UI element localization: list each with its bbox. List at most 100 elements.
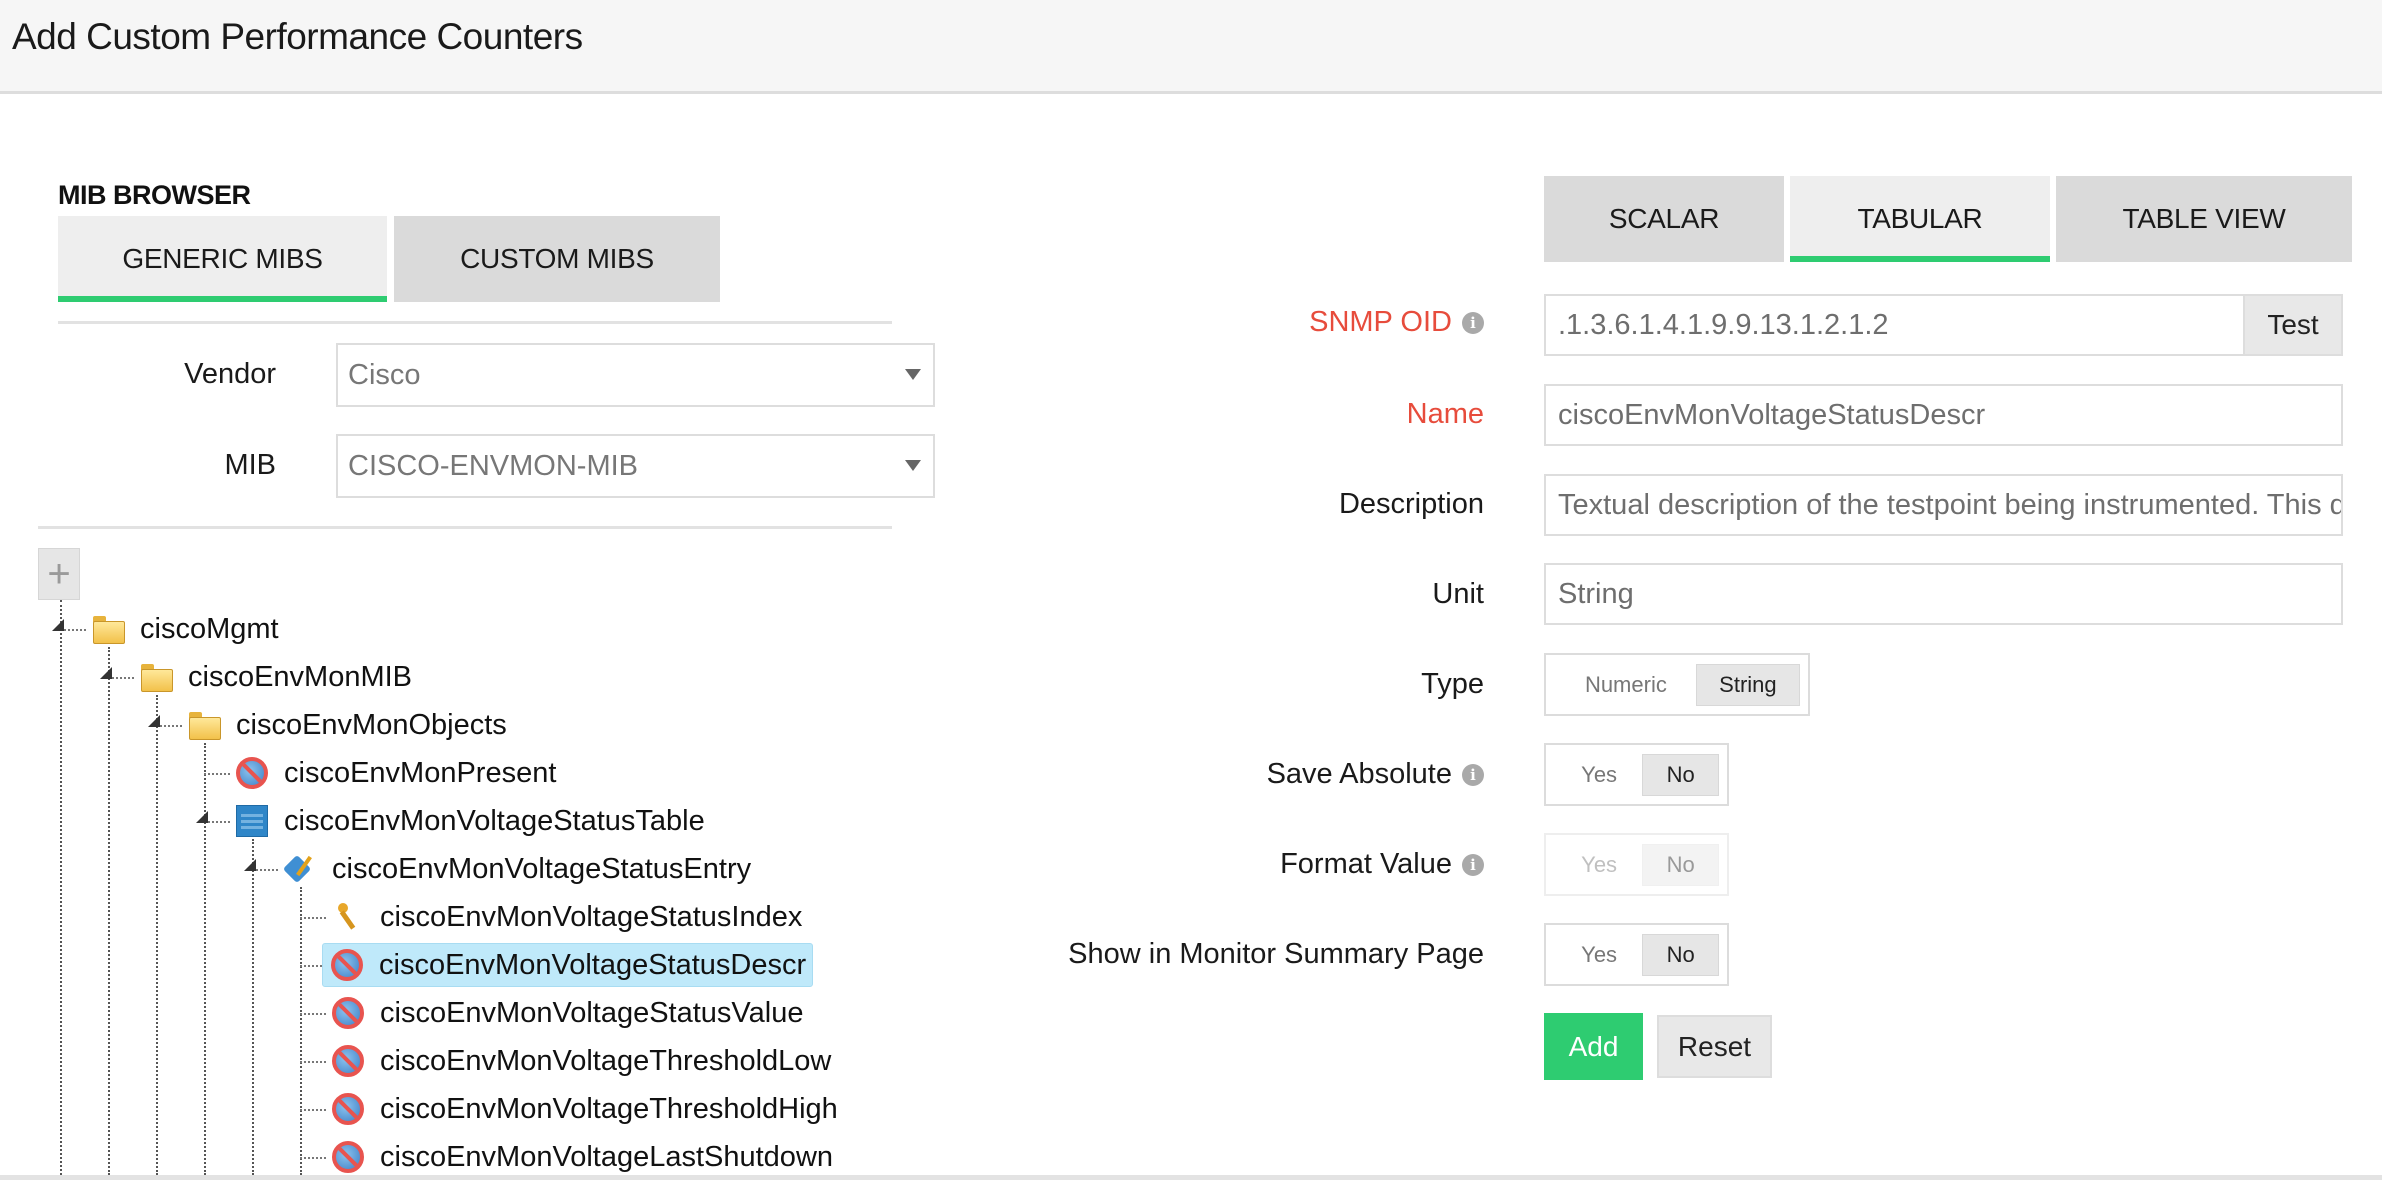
divider	[38, 526, 892, 529]
tree-node[interactable]: ciscoEnvMonMIB	[140, 655, 418, 699]
divider	[58, 321, 892, 324]
type-label: Type	[1421, 668, 1484, 701]
tab-custom-mibs[interactable]: CUSTOM MIBS	[394, 216, 720, 302]
description-input[interactable]: Textual description of the testpoint bei…	[1544, 474, 2343, 536]
tree-node-label: ciscoEnvMonVoltageStatusIndex	[380, 900, 803, 933]
tree-connector	[204, 773, 230, 775]
collapse-toggle-icon[interactable]	[52, 619, 64, 631]
tree-node[interactable]: ciscoEnvMonVoltageStatusEntry	[284, 847, 757, 891]
folder-icon	[140, 661, 173, 693]
no-access-icon	[332, 1093, 364, 1125]
mib-select[interactable]: CISCO-ENVMON-MIB	[336, 434, 935, 498]
tree-node-label: ciscoEnvMonVoltageStatusValue	[380, 996, 804, 1029]
tree-node[interactable]: ciscoMgmt	[92, 607, 285, 651]
format-value-toggle: Yes No	[1544, 833, 1729, 896]
snmp-oid-label-text: SNMP OID	[1309, 306, 1452, 338]
type-toggle: Numeric String	[1544, 653, 1810, 716]
format-value-yes: Yes	[1581, 851, 1618, 877]
snmp-oid-value: .1.3.6.1.4.1.9.9.13.1.2.1.2	[1558, 308, 1889, 341]
tree-node-label: ciscoEnvMonMIB	[188, 660, 413, 693]
tree-node[interactable]: ciscoEnvMonVoltageThresholdHigh	[332, 1087, 844, 1131]
tree-node-label: ciscoEnvMonVoltageStatusTable	[284, 804, 705, 837]
tab-scalar[interactable]: SCALAR	[1544, 176, 1784, 262]
tree-node-label: ciscoEnvMonVoltageThresholdLow	[380, 1044, 832, 1077]
show-in-summary-no[interactable]: No	[1642, 933, 1719, 976]
test-button[interactable]: Test	[2243, 294, 2343, 356]
tree-connector	[300, 1061, 326, 1063]
tree-node-label: ciscoEnvMonVoltageStatusEntry	[332, 852, 752, 885]
page-title: Add Custom Performance Counters	[12, 16, 583, 57]
tree-node-selected[interactable]: ciscoEnvMonVoltageStatusDescr	[322, 943, 814, 987]
format-value-label-text: Format Value	[1280, 848, 1452, 880]
tree-node-label: ciscoEnvMonObjects	[236, 708, 507, 741]
save-absolute-no[interactable]: No	[1642, 753, 1719, 796]
name-label: Name	[1407, 398, 1484, 431]
name-value: ciscoEnvMonVoltageStatusDescr	[1558, 398, 1986, 431]
tab-label: TABULAR	[1857, 203, 1983, 234]
collapse-toggle-icon[interactable]	[196, 811, 208, 823]
type-label-text: Type	[1421, 668, 1484, 700]
format-value-label: Format Value i	[1280, 848, 1484, 881]
folder-icon	[188, 709, 221, 741]
tab-label: GENERIC MIBS	[122, 243, 323, 274]
tree-node[interactable]: ciscoEnvMonVoltageStatusIndex	[332, 895, 808, 939]
show-in-summary-label: Show in Monitor Summary Page	[1068, 938, 1484, 971]
description-label: Description	[1339, 488, 1484, 521]
expand-all-button[interactable]: +	[38, 548, 80, 600]
tree-node[interactable]: ciscoEnvMonVoltageStatusValue	[332, 991, 809, 1035]
info-icon[interactable]: i	[1462, 763, 1484, 786]
name-input[interactable]: ciscoEnvMonVoltageStatusDescr	[1544, 384, 2343, 446]
no-access-icon	[332, 997, 364, 1029]
tab-table-view[interactable]: TABLE VIEW	[2056, 176, 2352, 262]
chevron-down-icon	[905, 460, 921, 471]
no-access-icon	[236, 757, 268, 789]
tree-node[interactable]: ciscoEnvMonVoltageLastShutdown	[332, 1135, 839, 1179]
description-label-text: Description	[1338, 488, 1484, 520]
save-absolute-toggle: Yes No	[1544, 743, 1729, 806]
unit-input[interactable]: String	[1544, 563, 2343, 625]
table-entry-icon	[284, 853, 316, 885]
tree-guide-line	[60, 600, 62, 1175]
reset-button[interactable]: Reset	[1657, 1015, 1772, 1078]
type-option-numeric[interactable]: Numeric	[1556, 664, 1696, 706]
vendor-select[interactable]: Cisco	[336, 343, 935, 407]
key-icon	[332, 901, 364, 933]
tree-node[interactable]: ciscoEnvMonObjects	[188, 703, 513, 747]
tree-node[interactable]: ciscoEnvMonVoltageThresholdLow	[332, 1039, 837, 1083]
show-in-summary-toggle: Yes No	[1544, 923, 1729, 986]
tree-node-label: ciscoEnvMonVoltageStatusDescr	[379, 948, 807, 981]
tree-connector	[300, 1157, 326, 1159]
type-option-string[interactable]: String	[1695, 663, 1800, 706]
tab-label: CUSTOM MIBS	[460, 243, 654, 274]
tree-connector	[300, 1013, 326, 1015]
unit-value: String	[1558, 577, 1634, 610]
save-absolute-label-text: Save Absolute	[1266, 758, 1452, 790]
tree-node[interactable]: ciscoEnvMonVoltageStatusTable	[236, 799, 711, 843]
tab-label: SCALAR	[1608, 203, 1720, 234]
tab-tabular[interactable]: TABULAR	[1790, 176, 2050, 262]
info-icon[interactable]: i	[1462, 853, 1484, 876]
show-in-summary-yes[interactable]: Yes	[1556, 934, 1642, 976]
folder-icon	[92, 613, 125, 645]
tree-node[interactable]: ciscoEnvMonPresent	[236, 751, 562, 795]
snmp-oid-input[interactable]: .1.3.6.1.4.1.9.9.13.1.2.1.2	[1544, 294, 2245, 356]
mib-value: CISCO-ENVMON-MIB	[348, 449, 638, 482]
show-in-summary-label-text: Show in Monitor Summary Page	[1068, 938, 1484, 970]
tree-guide-line	[156, 695, 158, 1175]
collapse-toggle-icon[interactable]	[244, 859, 256, 871]
save-absolute-yes[interactable]: Yes	[1556, 754, 1642, 796]
tab-generic-mibs[interactable]: GENERIC MIBS	[58, 216, 387, 302]
tree-guide-line	[204, 743, 206, 1175]
collapse-toggle-icon[interactable]	[148, 715, 160, 727]
tree-node-label: ciscoEnvMonPresent	[284, 756, 557, 789]
table-icon	[236, 805, 268, 837]
no-access-icon	[332, 1045, 364, 1077]
page-header: Add Custom Performance Counters	[0, 0, 2382, 94]
tree-connector	[300, 1109, 326, 1111]
tree-node-label: ciscoMgmt	[140, 612, 279, 645]
mib-label: MIB	[224, 449, 276, 481]
add-button[interactable]: Add	[1544, 1013, 1643, 1080]
collapse-toggle-icon[interactable]	[100, 667, 112, 679]
info-icon[interactable]: i	[1462, 311, 1484, 334]
snmp-oid-label: SNMP OID i	[1309, 306, 1484, 339]
